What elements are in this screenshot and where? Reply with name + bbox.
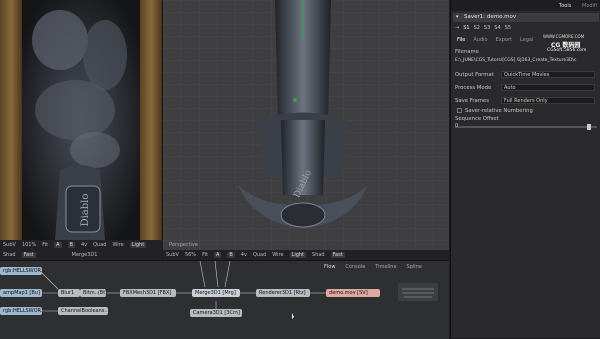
collapse-icon[interactable]: ▾ — [456, 14, 459, 20]
camera3d-node[interactable]: Camera3D1 [3Cm] — [190, 309, 242, 317]
wire-button[interactable]: Wire — [272, 252, 283, 258]
output-format-select[interactable]: QuickTime Movies — [501, 71, 595, 78]
viewer-node-label: Merge3D1 — [71, 252, 98, 258]
bumpmap-node[interactable]: ampMap1 [Bu] — [0, 289, 42, 297]
subtabs: File Audio Export Legal — [457, 37, 533, 43]
renderer3d-node[interactable]: Renderer3D1 [Rtz] — [256, 289, 310, 297]
slider-handle[interactable] — [587, 124, 591, 130]
shad-button[interactable]: Shad — [312, 252, 325, 258]
quad-button[interactable]: Quad — [253, 252, 266, 258]
merge3d-node[interactable]: Merge3D1 [Mrg] — [192, 289, 240, 297]
a-button[interactable]: A — [213, 252, 222, 258]
slot-3[interactable]: S3 — [484, 25, 490, 31]
shad-button[interactable]: Shad — [3, 252, 16, 258]
save-frames-select[interactable]: Full Renders Only — [501, 97, 595, 104]
flow-editor[interactable]: Flow Console Timeline Spline rgb:HELLSWO… — [0, 260, 449, 339]
b-button[interactable]: B — [67, 242, 75, 248]
process-mode-select[interactable]: Auto — [501, 84, 595, 91]
output-format-label: Output Format — [455, 72, 494, 78]
view-mode-select[interactable]: 4v — [81, 242, 87, 248]
slot-4[interactable]: S4 — [494, 25, 500, 31]
texture-render: Diablo — [0, 0, 162, 240]
tool-title: Saver1: demo.mov — [464, 14, 517, 20]
process-mode-label: Process Mode — [455, 85, 492, 91]
filename-label: Filename — [455, 49, 479, 55]
sequence-offset-slider[interactable]: 0 — [455, 123, 597, 130]
fast-button[interactable]: Fast — [330, 252, 345, 258]
save-frames-label: Save Frames — [455, 98, 489, 104]
left-viewport[interactable]: Diablo — [0, 0, 163, 240]
wire-button[interactable]: Wire — [112, 242, 123, 248]
subv-button[interactable]: SubV — [166, 252, 179, 258]
sequence-offset-value: 0 — [455, 123, 459, 129]
saver-node[interactable]: demo.mov [SV] — [326, 289, 380, 297]
slot-2[interactable]: S2 — [474, 25, 480, 31]
zoom-value[interactable]: 56% — [185, 252, 196, 258]
panel-tabs: Tools Modifi — [451, 0, 600, 11]
reverse-numbering-label: Saver-relative Numbering — [465, 108, 533, 114]
zoom-value[interactable]: 101% — [22, 242, 36, 248]
light-button[interactable]: Light — [129, 242, 147, 248]
filename-value[interactable]: E:\_JUNE\CGS_Tutors\[CGS] GJ163_Create_T… — [455, 58, 576, 63]
subtab-export[interactable]: Export — [496, 37, 512, 43]
svg-text:Diablo: Diablo — [80, 194, 91, 227]
perspective-viewport[interactable]: Diablo Perspective — [163, 0, 449, 250]
center-viewport-toolbar: SubV 56% Fit A B 4v Quad Wire Light Shad… — [163, 250, 449, 260]
tab-tools[interactable]: Tools — [559, 3, 571, 9]
fit-button[interactable]: Fit — [42, 242, 48, 248]
slot-1[interactable]: S1 — [463, 25, 469, 31]
reverse-numbering-checkbox[interactable] — [457, 108, 462, 113]
watermark-url: CGSoft.5856.com — [547, 48, 587, 53]
sequence-offset-label: Sequence Offset — [455, 116, 499, 122]
b-button[interactable]: B — [227, 252, 235, 258]
watermark-top: WWW.CGMORE.COM — [543, 34, 585, 39]
bitmap-node[interactable]: Bitm..(Bt) — [80, 289, 107, 297]
light-button[interactable]: Light — [289, 252, 307, 258]
fbxmesh-node[interactable]: FBXMesh3D1 [FBX] — [120, 289, 176, 297]
inspector-panel: Tools Modifi ▾ Saver1: demo.mov → S1 S2 … — [450, 0, 600, 338]
left-viewport-toolbar-2: Shad Fast Merge3D1 — [0, 250, 162, 260]
perspective-render: Diablo Perspective — [163, 0, 449, 250]
left-viewport-toolbar: SubV 101% Fit A B 4v Quad Wire Light — [0, 240, 162, 250]
flow-connections — [39, 261, 438, 319]
subtab-legal[interactable]: Legal — [520, 37, 533, 43]
loader-node-2[interactable]: rgb:HELLSWOR... — [0, 307, 46, 315]
subtab-audio[interactable]: Audio — [473, 37, 487, 43]
loader-node[interactable]: rgb:HELLSWOR... — [0, 267, 46, 275]
fast-button[interactable]: Fast — [21, 252, 36, 258]
view-mode-select[interactable]: 4v — [241, 252, 247, 258]
a-button[interactable]: A — [54, 242, 62, 248]
channel-booleans-node[interactable]: ChannelBooleans... — [58, 307, 109, 315]
fit-button[interactable]: Fit — [202, 252, 208, 258]
quad-button[interactable]: Quad — [93, 242, 106, 248]
arrow-icon[interactable]: → — [455, 25, 459, 31]
subv-button[interactable]: SubV — [3, 242, 16, 248]
tool-header[interactable]: ▾ Saver1: demo.mov — [453, 13, 599, 22]
perspective-label: Perspective — [169, 242, 198, 248]
subtab-file[interactable]: File — [457, 37, 465, 43]
tab-modifiers[interactable]: Modifi — [582, 3, 597, 9]
slot-buttons: → S1 S2 S3 S4 S5 — [455, 25, 511, 31]
blur-node[interactable]: Blur1 — [58, 289, 80, 297]
slot-5[interactable]: S5 — [505, 25, 511, 31]
